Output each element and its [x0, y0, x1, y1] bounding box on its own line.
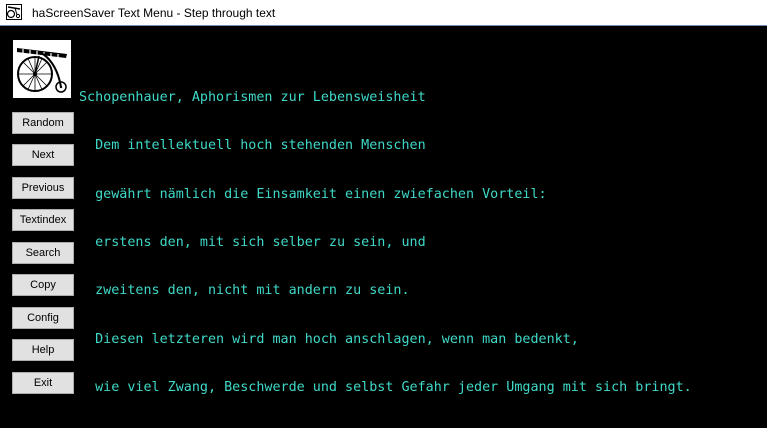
client-area: Random Next Previous Textindex Search Co… — [0, 26, 767, 404]
search-button[interactable]: Search — [12, 242, 74, 264]
config-button[interactable]: Config — [12, 307, 74, 329]
text-line: Dem intellektuell hoch stehenden Mensche… — [79, 138, 426, 154]
window-title: haScreenSaver Text Menu - Step through t… — [32, 6, 276, 20]
textindex-button[interactable]: Textindex — [12, 209, 74, 231]
text-line: wie viel Zwang, Beschwerde und selbst Ge… — [79, 379, 692, 395]
random-button[interactable]: Random — [12, 112, 74, 134]
previous-button[interactable]: Previous — [12, 177, 74, 199]
app-icon[interactable] — [6, 4, 22, 20]
text-line: Diesen letzteren wird man hoch anschlage… — [79, 331, 579, 347]
next-button[interactable]: Next — [12, 144, 74, 166]
title-bar[interactable]: haScreenSaver Text Menu - Step through t… — [0, 0, 767, 26]
text-line: gewährt nämlich die Einsamkeit einen zwi… — [79, 186, 547, 202]
text-line: erstens den, mit sich selber zu sein, un… — [79, 235, 426, 251]
penny-farthing-bicycle-icon — [13, 40, 71, 98]
help-button[interactable]: Help — [12, 339, 74, 361]
text-line-title: Schopenhauer, Aphorismen zur Lebensweish… — [79, 90, 426, 106]
copy-button[interactable]: Copy — [12, 274, 74, 296]
text-display[interactable]: Schopenhauer, Aphorismen zur Lebensweish… — [79, 58, 765, 398]
exit-button[interactable]: Exit — [12, 372, 74, 394]
text-line: zweitens den, nicht mit andern zu sein. — [79, 283, 410, 299]
